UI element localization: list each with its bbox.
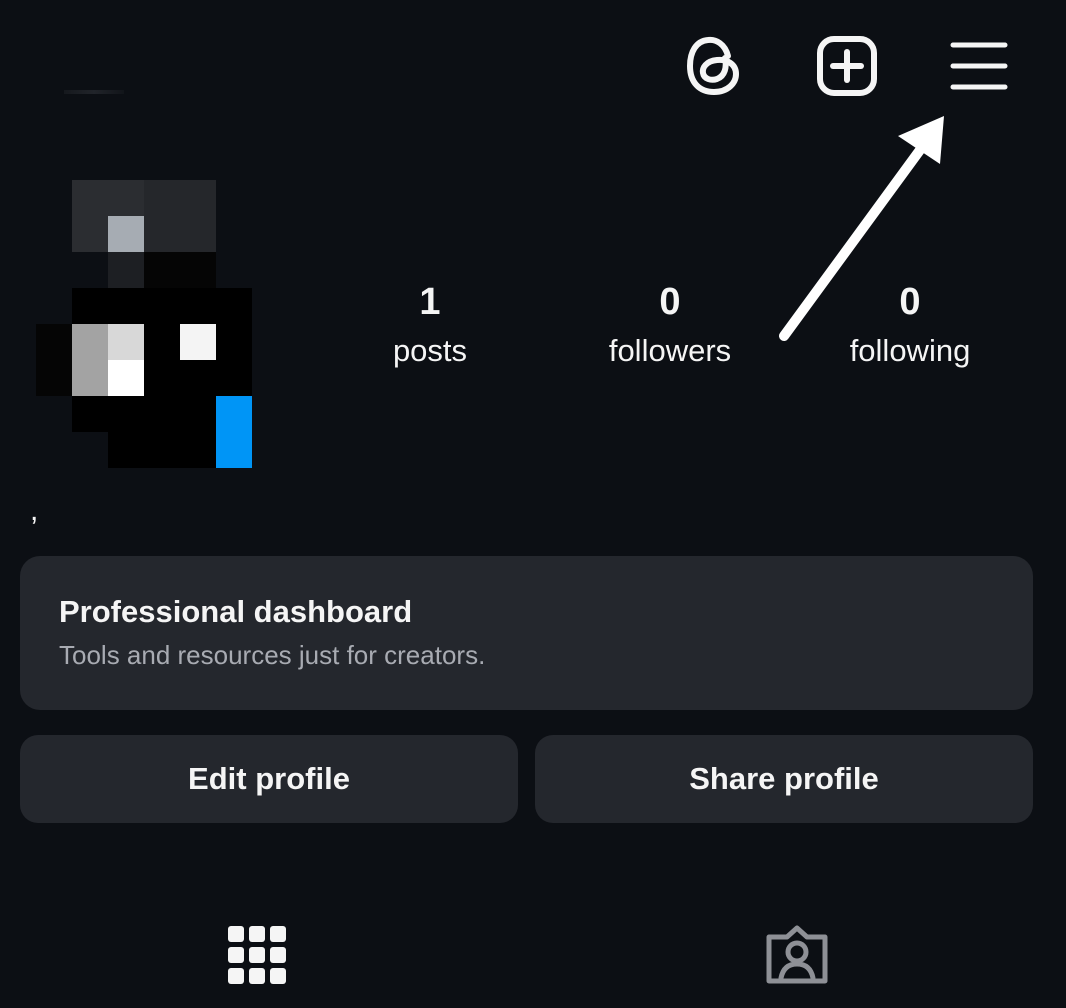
username-redacted — [64, 90, 124, 94]
create-post-icon[interactable] — [815, 34, 879, 98]
followers-count: 0 — [659, 281, 681, 323]
profile-name: , — [30, 494, 39, 527]
followers-stat[interactable]: 0 followers — [570, 280, 770, 378]
share-profile-button[interactable]: Share profile — [535, 735, 1033, 823]
avatar[interactable] — [36, 180, 252, 468]
dashboard-subtitle: Tools and resources just for creators. — [59, 640, 486, 670]
grid-icon[interactable] — [212, 910, 302, 1000]
threads-icon[interactable] — [682, 34, 746, 98]
posts-count: 1 — [419, 281, 441, 323]
following-count: 0 — [899, 281, 921, 323]
posts-label: posts — [392, 333, 468, 368]
posts-stat[interactable]: 1 posts — [330, 280, 530, 378]
dashboard-title: Professional dashboard — [59, 594, 413, 629]
menu-icon[interactable] — [946, 34, 1010, 98]
following-label: following — [849, 333, 971, 368]
edit-profile-button[interactable]: Edit profile — [20, 735, 518, 823]
following-stat[interactable]: 0 following — [810, 280, 1010, 378]
tagged-icon[interactable] — [752, 910, 842, 1000]
followers-label: followers — [608, 333, 732, 368]
professional-dashboard-card[interactable]: Professional dashboard Tools and resourc… — [20, 556, 1033, 710]
